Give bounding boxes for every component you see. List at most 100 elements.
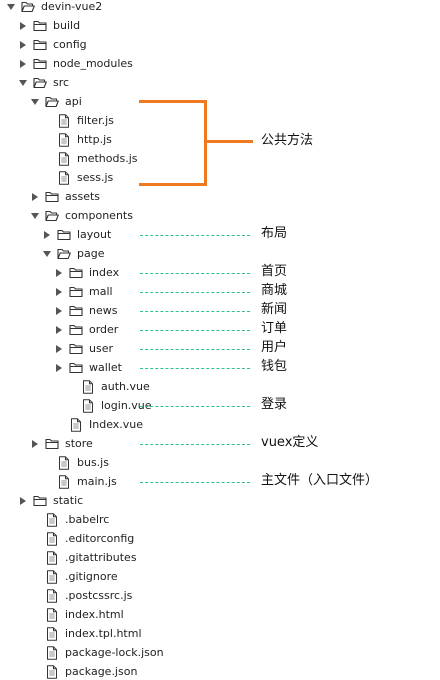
caret-right-icon[interactable]	[18, 59, 28, 69]
tree-item-label: bus.js	[77, 456, 109, 469]
file-icon	[45, 588, 59, 603]
dashed-leader-line	[140, 482, 250, 483]
tree-file-package-json[interactable]: package.json	[0, 662, 280, 680]
tree-item-label: index.html	[65, 608, 124, 621]
tree-folder-assets[interactable]: assets	[0, 187, 280, 206]
annotation-label: 用户	[261, 340, 288, 355]
tree-file-gitattributes[interactable]: .gitattributes	[0, 548, 280, 567]
file-icon	[57, 474, 71, 489]
annotation-label: 商城	[261, 283, 288, 298]
tree-item-label: Index.vue	[89, 418, 144, 431]
file-icon	[45, 569, 59, 584]
caret-right-icon[interactable]	[30, 439, 40, 449]
file-icon	[45, 512, 59, 527]
tree-file-index-tpl-html[interactable]: index.tpl.html	[0, 624, 280, 643]
caret-down-icon[interactable]	[42, 249, 52, 259]
folder-icon	[33, 19, 47, 33]
tree-item-label: assets	[65, 190, 101, 203]
dashed-leader-line	[140, 349, 250, 350]
tree-item-label: wallet	[89, 361, 122, 374]
file-icon	[57, 113, 71, 128]
tree-file-package-lock-json[interactable]: package-lock.json	[0, 643, 280, 662]
file-icon	[45, 550, 59, 565]
caret-right-icon[interactable]	[54, 306, 64, 316]
tree-item-label: build	[53, 19, 81, 32]
tree-item-label: store	[65, 437, 93, 450]
caret-right-icon[interactable]	[54, 344, 64, 354]
folder-icon	[69, 285, 83, 299]
tree-file-editorconfig[interactable]: .editorconfig	[0, 529, 280, 548]
caret-right-icon[interactable]	[54, 268, 64, 278]
folder-open-icon	[57, 247, 71, 261]
tree-folder-devin-vue2[interactable]: devin-vue2	[0, 0, 256, 16]
file-icon	[81, 379, 95, 394]
dashed-leader-line	[140, 368, 250, 369]
file-icon	[57, 455, 71, 470]
tree-folder-src[interactable]: src	[0, 73, 268, 92]
tree-item-label: package-lock.json	[65, 646, 164, 659]
caret-right-icon[interactable]	[18, 496, 28, 506]
folder-icon	[33, 494, 47, 508]
tree-folder-page[interactable]: page	[0, 244, 292, 263]
annotation-label: vuex定义	[261, 435, 319, 450]
annotation-label: 登录	[261, 397, 288, 412]
dashed-leader-line	[140, 311, 250, 312]
caret-down-icon[interactable]	[18, 78, 28, 88]
tree-folder-static[interactable]: static	[0, 491, 268, 510]
folder-open-icon	[45, 209, 59, 223]
orange-bracket-pointer	[207, 140, 253, 143]
caret-down-icon[interactable]	[6, 2, 16, 12]
dashed-leader-line	[140, 330, 250, 331]
caret-right-icon[interactable]	[18, 40, 28, 50]
tree-item-label: page	[77, 247, 105, 260]
dashed-leader-line	[140, 444, 250, 445]
file-icon	[45, 531, 59, 546]
file-icon	[45, 626, 59, 641]
tree-item-label: index.tpl.html	[65, 627, 142, 640]
caret-down-icon[interactable]	[30, 97, 40, 107]
tree-item-label: http.js	[77, 133, 112, 146]
file-explorer-tree: devin-vue2 build config node_modules src api f…	[0, 0, 440, 680]
file-icon	[57, 151, 71, 166]
tree-item-label: news	[89, 304, 118, 317]
caret-right-icon[interactable]	[54, 287, 64, 297]
tree-file-auth-vue[interactable]: auth.vue	[0, 377, 316, 396]
tree-file-index-html[interactable]: index.html	[0, 605, 280, 624]
caret-right-icon[interactable]	[42, 230, 52, 240]
tree-file-babelrc[interactable]: .babelrc	[0, 510, 280, 529]
file-icon	[57, 170, 71, 185]
caret-down-icon[interactable]	[30, 211, 40, 221]
folder-icon	[57, 228, 71, 242]
tree-file-index-vue[interactable]: Index.vue	[0, 415, 304, 434]
tree-item-label: config	[53, 38, 87, 51]
tree-item-label: .postcssrc.js	[65, 589, 133, 602]
folder-icon	[69, 304, 83, 318]
tree-folder-components[interactable]: components	[0, 206, 280, 225]
tree-item-label: node_modules	[53, 57, 133, 70]
tree-item-label: sess.js	[77, 171, 114, 184]
dashed-leader-line	[140, 406, 250, 407]
folder-icon	[69, 342, 83, 356]
tree-file-gitignore[interactable]: .gitignore	[0, 567, 280, 586]
tree-folder-build[interactable]: build	[0, 16, 268, 35]
folder-open-icon	[21, 0, 35, 14]
tree-item-label: package.json	[65, 665, 138, 678]
tree-file-postcssrc-js[interactable]: .postcssrc.js	[0, 586, 280, 605]
file-icon	[45, 664, 59, 679]
folder-icon	[45, 437, 59, 451]
tree-item-label: layout	[77, 228, 112, 241]
tree-item-label: user	[89, 342, 113, 355]
tree-item-label: static	[53, 494, 84, 507]
caret-right-icon[interactable]	[54, 325, 64, 335]
caret-right-icon[interactable]	[54, 363, 64, 373]
annotation-label: 首页	[261, 264, 288, 279]
tree-item-label: devin-vue2	[41, 0, 103, 13]
tree-item-label: .babelrc	[65, 513, 110, 526]
annotation-label: 钱包	[261, 359, 288, 374]
tree-folder-node-modules[interactable]: node_modules	[0, 54, 268, 73]
tree-file-bus-js[interactable]: bus.js	[0, 453, 292, 472]
caret-right-icon[interactable]	[18, 21, 28, 31]
tree-folder-config[interactable]: config	[0, 35, 268, 54]
caret-right-icon[interactable]	[30, 192, 40, 202]
folder-icon	[45, 190, 59, 204]
